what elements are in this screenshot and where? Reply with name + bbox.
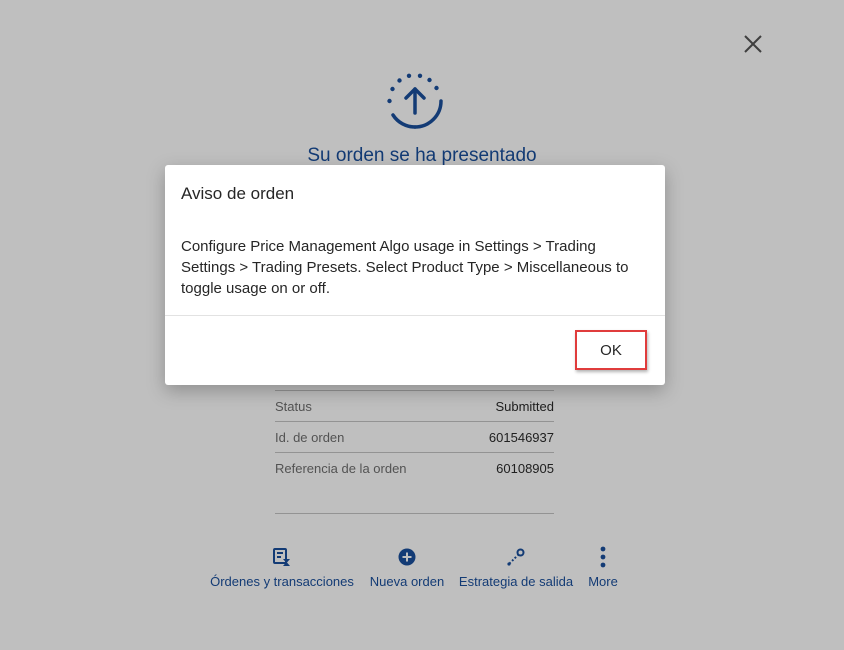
order-notice-dialog: Aviso de orden Configure Price Managemen… <box>165 165 665 385</box>
dialog-title: Aviso de orden <box>181 184 295 203</box>
dialog-message: Configure Price Management Algo usage in… <box>181 238 629 297</box>
order-confirmation-screen: Su orden se ha presentado Status Submitt… <box>0 0 844 650</box>
dialog-divider <box>165 315 665 316</box>
ok-button[interactable]: OK <box>575 330 647 370</box>
